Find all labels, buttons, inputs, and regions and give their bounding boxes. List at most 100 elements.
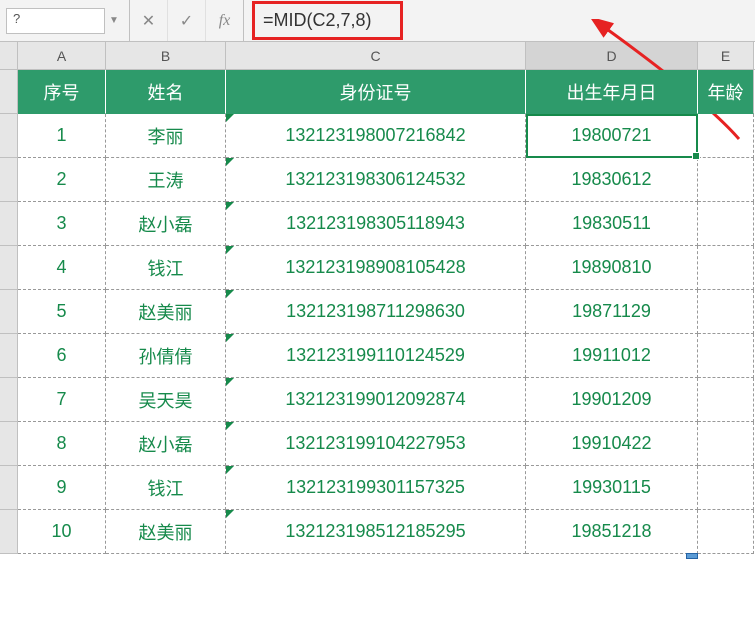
cell-age[interactable] xyxy=(698,466,754,510)
cell-name[interactable]: 王涛 xyxy=(106,158,226,202)
name-box-dropdown[interactable]: ▼ xyxy=(105,8,123,34)
th-birth[interactable]: 出生年月日 xyxy=(526,70,698,114)
table-row: 8赵小磊13212319910422795319910422 xyxy=(0,422,755,466)
cell-id[interactable]: 132123198007216842 xyxy=(226,114,526,158)
table-row: 5赵美丽13212319871129863019871129 xyxy=(0,290,755,334)
cell-age[interactable] xyxy=(698,378,754,422)
table-row: 4钱江13212319890810542819890810 xyxy=(0,246,755,290)
col-header-b[interactable]: B xyxy=(106,42,226,69)
table-row: 9钱江13212319930115732519930115 xyxy=(0,466,755,510)
cancel-icon[interactable]: ✕ xyxy=(130,0,168,41)
table-row: 7吴天昊13212319901209287419901209 xyxy=(0,378,755,422)
cell-name[interactable]: 钱江 xyxy=(106,246,226,290)
table-row: 6孙倩倩13212319911012452919911012 xyxy=(0,334,755,378)
cell-birth[interactable]: 19851218 xyxy=(526,510,698,554)
col-header-c[interactable]: C xyxy=(226,42,526,69)
cell-birth[interactable]: 19901209 xyxy=(526,378,698,422)
autofill-indicator[interactable] xyxy=(686,553,698,559)
error-indicator-icon xyxy=(226,114,234,122)
cell-age[interactable] xyxy=(698,202,754,246)
cell-seq[interactable]: 4 xyxy=(18,246,106,290)
row-header[interactable] xyxy=(0,114,18,158)
cell-seq[interactable]: 7 xyxy=(18,378,106,422)
cell-name[interactable]: 赵美丽 xyxy=(106,510,226,554)
formula-highlight: =MID(C2,7,8) xyxy=(252,1,403,40)
error-indicator-icon xyxy=(226,510,234,518)
row-header[interactable] xyxy=(0,334,18,378)
cell-seq[interactable]: 9 xyxy=(18,466,106,510)
row-header[interactable] xyxy=(0,422,18,466)
cell-id[interactable]: 132123198305118943 xyxy=(226,202,526,246)
cell-seq[interactable]: 3 xyxy=(18,202,106,246)
cell-name[interactable]: 赵美丽 xyxy=(106,290,226,334)
cell-seq[interactable]: 6 xyxy=(18,334,106,378)
col-header-e[interactable]: E xyxy=(698,42,754,69)
cell-id[interactable]: 132123198512185295 xyxy=(226,510,526,554)
th-age[interactable]: 年龄 xyxy=(698,70,754,114)
fx-icon[interactable]: fx xyxy=(206,0,244,41)
cell-age[interactable] xyxy=(698,158,754,202)
th-seq[interactable]: 序号 xyxy=(18,70,106,114)
error-indicator-icon xyxy=(226,334,234,342)
cell-seq[interactable]: 8 xyxy=(18,422,106,466)
cell-name[interactable]: 赵小磊 xyxy=(106,422,226,466)
row-header[interactable] xyxy=(0,246,18,290)
cell-birth[interactable]: 19871129 xyxy=(526,290,698,334)
cell-birth[interactable]: 19830612 xyxy=(526,158,698,202)
table-row: 2王涛13212319830612453219830612 xyxy=(0,158,755,202)
th-id[interactable]: 身份证号 xyxy=(226,70,526,114)
cell-seq[interactable]: 10 xyxy=(18,510,106,554)
cell-id[interactable]: 132123198711298630 xyxy=(226,290,526,334)
cell-birth[interactable]: 19830511 xyxy=(526,202,698,246)
cell-id[interactable]: 132123198908105428 xyxy=(226,246,526,290)
row-header[interactable] xyxy=(0,70,18,114)
row-header[interactable] xyxy=(0,290,18,334)
select-all-corner[interactable] xyxy=(0,42,18,69)
cell-age[interactable] xyxy=(698,510,754,554)
cell-id[interactable]: 132123199012092874 xyxy=(226,378,526,422)
cell-birth[interactable]: 19890810 xyxy=(526,246,698,290)
cell-age[interactable] xyxy=(698,246,754,290)
cell-seq[interactable]: 1 xyxy=(18,114,106,158)
col-header-d[interactable]: D xyxy=(526,42,698,69)
table-row: 3赵小磊13212319830511894319830511 xyxy=(0,202,755,246)
cell-age[interactable] xyxy=(698,334,754,378)
cell-id[interactable]: 132123199104227953 xyxy=(226,422,526,466)
cell-name[interactable]: 孙倩倩 xyxy=(106,334,226,378)
cell-name[interactable]: 钱江 xyxy=(106,466,226,510)
column-headers: A B C D E xyxy=(0,42,755,70)
enter-icon[interactable]: ✓ xyxy=(168,0,206,41)
row-header[interactable] xyxy=(0,158,18,202)
error-indicator-icon xyxy=(226,422,234,430)
cell-id[interactable]: 132123199301157325 xyxy=(226,466,526,510)
sheet-body: 序号 姓名 身份证号 出生年月日 年龄 1李丽13212319800721684… xyxy=(0,70,755,554)
table-row: 10赵美丽13212319851218529519851218 xyxy=(0,510,755,554)
cell-id[interactable]: 132123198306124532 xyxy=(226,158,526,202)
error-indicator-icon xyxy=(226,158,234,166)
cell-birth[interactable]: 19800721 xyxy=(526,114,698,158)
row-header[interactable] xyxy=(0,466,18,510)
row-header[interactable] xyxy=(0,510,18,554)
cell-birth[interactable]: 19910422 xyxy=(526,422,698,466)
cell-seq[interactable]: 2 xyxy=(18,158,106,202)
cell-age[interactable] xyxy=(698,114,754,158)
row-header[interactable] xyxy=(0,378,18,422)
error-indicator-icon xyxy=(226,290,234,298)
cell-birth[interactable]: 19930115 xyxy=(526,466,698,510)
cell-age[interactable] xyxy=(698,422,754,466)
formula-buttons: ✕ ✓ fx xyxy=(130,0,244,41)
cell-id[interactable]: 132123199110124529 xyxy=(226,334,526,378)
cell-name[interactable]: 李丽 xyxy=(106,114,226,158)
cell-age[interactable] xyxy=(698,290,754,334)
cell-birth[interactable]: 19911012 xyxy=(526,334,698,378)
name-box[interactable]: ? xyxy=(6,8,105,34)
cell-name[interactable]: 吴天昊 xyxy=(106,378,226,422)
th-name[interactable]: 姓名 xyxy=(106,70,226,114)
cell-name[interactable]: 赵小磊 xyxy=(106,202,226,246)
row-header[interactable] xyxy=(0,202,18,246)
col-header-a[interactable]: A xyxy=(18,42,106,69)
cell-seq[interactable]: 5 xyxy=(18,290,106,334)
table-header-row: 序号 姓名 身份证号 出生年月日 年龄 xyxy=(0,70,755,114)
formula-input[interactable]: =MID(C2,7,8) xyxy=(244,0,755,44)
error-indicator-icon xyxy=(226,202,234,210)
